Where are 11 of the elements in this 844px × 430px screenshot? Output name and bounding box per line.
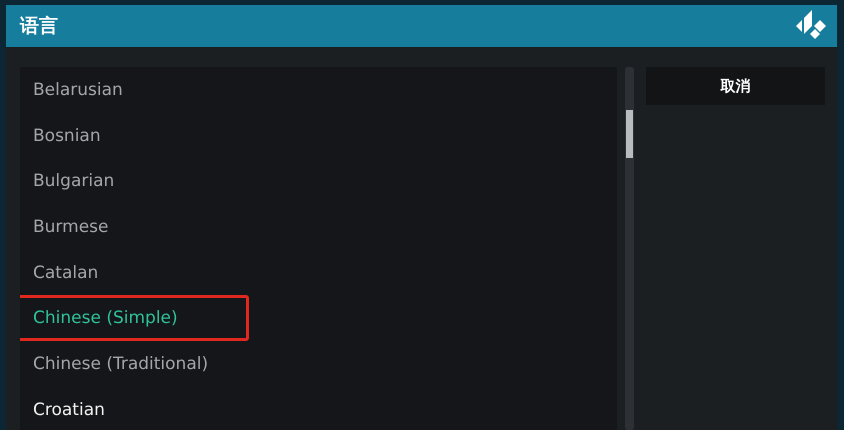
dialog-title: 语言 <box>20 14 58 39</box>
language-item[interactable]: Catalan <box>20 250 617 296</box>
language-item[interactable]: Bulgarian <box>20 158 617 204</box>
cancel-button[interactable]: 取消 <box>646 67 825 105</box>
language-item[interactable]: Chinese (Simple) <box>20 295 249 342</box>
language-item[interactable]: Chinese (Traditional) <box>20 341 617 387</box>
language-item[interactable]: Croatian <box>20 386 617 430</box>
language-item[interactable]: Belarusian <box>20 67 617 113</box>
language-item[interactable]: Burmese <box>20 204 617 250</box>
scrollbar[interactable] <box>625 67 634 430</box>
language-item[interactable]: Bosnian <box>20 112 617 158</box>
